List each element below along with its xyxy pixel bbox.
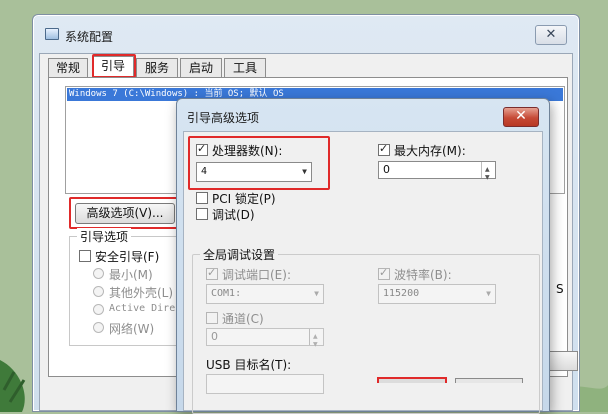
spinner-buttons[interactable]: ▲ ▼ — [481, 162, 495, 181]
pci-lock-label: PCI 锁定(P) — [212, 192, 276, 206]
channel-value: 0 — [211, 330, 218, 343]
spinner-buttons[interactable]: ▲ ▼ — [309, 329, 323, 348]
global-debug-title: 全局调试设置 — [200, 246, 279, 263]
debug-port-value: COM1: — [211, 288, 242, 299]
radio-minimal[interactable] — [93, 268, 104, 279]
debug-port-select[interactable]: COM1: ▼ — [206, 284, 324, 304]
radio-minimal-label: 最小(M) — [109, 268, 153, 282]
tab-general[interactable]: 常规 — [48, 58, 88, 78]
tab-services[interactable]: 服务 — [136, 58, 178, 78]
radio-alternate-shell-label: 其他外壳(L) — [109, 286, 174, 300]
ok-button[interactable] — [377, 377, 447, 383]
spin-down-icon: ▼ — [485, 174, 490, 181]
max-memory-spinner[interactable]: 0 ▲ ▼ — [378, 161, 496, 181]
tab-tools[interactable]: 工具 — [224, 58, 266, 78]
channel-spinner[interactable]: 0 ▲ ▼ — [206, 328, 324, 348]
chevron-down-icon: ▼ — [486, 289, 491, 298]
debug-label: 调试(D) — [212, 208, 255, 222]
processors-highlight — [188, 136, 330, 190]
boot-options-title: 引导选项 — [77, 228, 132, 245]
chevron-down-icon: ▼ — [314, 289, 319, 298]
dialog-title: 引导高级选项 — [187, 111, 260, 125]
max-memory-value: 0 — [383, 163, 390, 176]
spin-down-icon: ▼ — [313, 341, 318, 348]
boot-advanced-options-dialog: 引导高级选项 ✕ 处理器数(N): 4 ▼ 最大内存(M): 0 ▲ ▼ PCI… — [176, 98, 550, 414]
cancel-button[interactable] — [455, 378, 523, 383]
baud-rate-label: 波特率(B): — [394, 268, 452, 282]
clipped-button[interactable] — [548, 351, 578, 371]
safe-boot-checkbox[interactable] — [79, 250, 91, 262]
channel-checkbox[interactable] — [206, 312, 218, 324]
baud-rate-select[interactable]: 115200 ▼ — [378, 284, 496, 304]
app-window-icon — [45, 28, 59, 40]
clipped-label-fragment: S — [556, 282, 564, 296]
radio-alternate-shell[interactable] — [93, 286, 104, 297]
dialog-close-button[interactable]: ✕ — [503, 107, 539, 127]
advanced-button-highlight — [69, 197, 181, 229]
dialog-client-area: 处理器数(N): 4 ▼ 最大内存(M): 0 ▲ ▼ PCI 锁定(P) 调试… — [183, 131, 543, 414]
title-bar: 系统配置 ✕ — [33, 15, 579, 51]
baud-rate-checkbox[interactable] — [378, 266, 390, 280]
max-memory-checkbox[interactable] — [378, 142, 390, 156]
baud-rate-value: 115200 — [383, 288, 420, 299]
boot-tab-highlight — [92, 54, 136, 78]
safe-boot-label: 安全引导(F) — [95, 250, 160, 264]
radio-network-label: 网络(W) — [109, 322, 155, 336]
radio-active-directory[interactable] — [93, 304, 104, 315]
debug-checkbox[interactable] — [196, 208, 208, 220]
channel-label: 通道(C) — [222, 312, 264, 326]
usb-target-input[interactable] — [206, 374, 324, 394]
pci-lock-checkbox[interactable] — [196, 192, 208, 204]
tab-startup[interactable]: 启动 — [180, 58, 222, 78]
debug-port-label: 调试端口(E): — [222, 268, 291, 282]
close-button[interactable]: ✕ — [535, 25, 567, 45]
debug-port-checkbox[interactable] — [206, 266, 218, 280]
window-title: 系统配置 — [65, 30, 114, 44]
max-memory-label: 最大内存(M): — [394, 144, 466, 158]
radio-network[interactable] — [93, 322, 104, 333]
usb-target-label: USB 目标名(T): — [206, 358, 292, 372]
radio-active-directory-label: Active Direc — [109, 303, 182, 314]
